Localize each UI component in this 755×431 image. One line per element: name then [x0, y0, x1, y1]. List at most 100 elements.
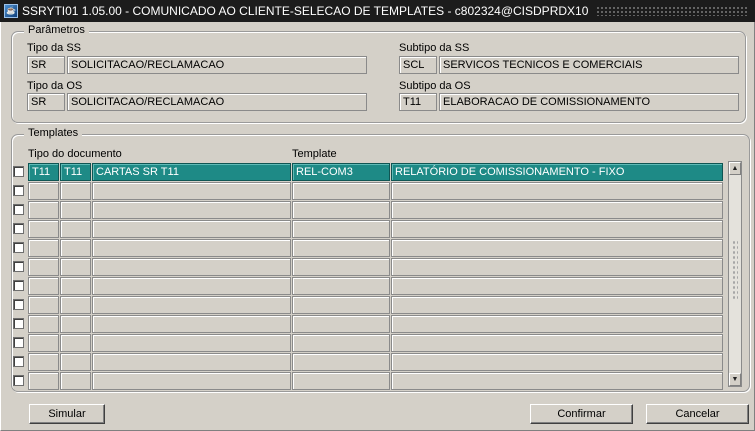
table-row[interactable]: [28, 353, 726, 372]
subtipo-ss-code-field[interactable]: SCL: [399, 56, 437, 74]
table-row[interactable]: [28, 239, 726, 258]
table-row[interactable]: [28, 334, 726, 353]
table-cell-3[interactable]: [92, 277, 291, 295]
row-checkbox[interactable]: [13, 242, 24, 253]
table-cell-1[interactable]: [28, 315, 59, 333]
table-cell-2[interactable]: [60, 220, 91, 238]
tipo-os-code-field[interactable]: SR: [27, 93, 65, 111]
table-row[interactable]: T11 T11 CARTAS SR T11 REL-COM3 RELATÓRIO DE …: [28, 163, 726, 182]
table-row[interactable]: [28, 372, 726, 391]
table-cell-2[interactable]: [60, 239, 91, 257]
table-cell-5[interactable]: [391, 353, 723, 371]
table-cell-3[interactable]: [92, 182, 291, 200]
row-checkbox[interactable]: [13, 318, 24, 329]
row-checkbox[interactable]: [13, 204, 24, 215]
table-cell-3[interactable]: [92, 201, 291, 219]
table-cell-3[interactable]: [92, 334, 291, 352]
table-row[interactable]: [28, 201, 726, 220]
table-cell-1[interactable]: [28, 258, 59, 276]
table-cell-1[interactable]: [28, 372, 59, 390]
table-cell-2[interactable]: T11: [60, 163, 91, 181]
table-cell-4[interactable]: [292, 239, 390, 257]
table-cell-1[interactable]: T11: [28, 163, 59, 181]
subtipo-os-code-field[interactable]: T11: [399, 93, 437, 111]
table-cell-1[interactable]: [28, 296, 59, 314]
table-row[interactable]: [28, 277, 726, 296]
row-checkbox[interactable]: [13, 261, 24, 272]
table-cell-5[interactable]: [391, 315, 723, 333]
table-cell-5[interactable]: [391, 372, 723, 390]
table-cell-5[interactable]: [391, 277, 723, 295]
tipo-ss-code-field[interactable]: SR: [27, 56, 65, 74]
table-cell-2[interactable]: [60, 277, 91, 295]
table-cell-1[interactable]: [28, 239, 59, 257]
table-cell-2[interactable]: [60, 182, 91, 200]
table-cell-1[interactable]: [28, 353, 59, 371]
subtipo-ss-desc-field[interactable]: SERVICOS TECNICOS E COMERCIAIS: [439, 56, 739, 74]
table-cell-5[interactable]: [391, 220, 723, 238]
row-checkbox[interactable]: [13, 375, 24, 386]
table-cell-1[interactable]: [28, 220, 59, 238]
table-cell-3[interactable]: CARTAS SR T11: [92, 163, 291, 181]
table-cell-4[interactable]: [292, 372, 390, 390]
table-row[interactable]: [28, 182, 726, 201]
row-checkbox[interactable]: [13, 280, 24, 291]
table-cell-3[interactable]: [92, 258, 291, 276]
table-cell-5[interactable]: [391, 201, 723, 219]
table-cell-4[interactable]: [292, 296, 390, 314]
table-cell-1[interactable]: [28, 201, 59, 219]
row-checkbox[interactable]: [13, 185, 24, 196]
table-cell-4[interactable]: [292, 182, 390, 200]
simular-button[interactable]: Simular: [29, 404, 105, 424]
table-cell-5[interactable]: [391, 258, 723, 276]
table-cell-5[interactable]: [391, 296, 723, 314]
cancelar-button[interactable]: Cancelar: [646, 404, 749, 424]
table-cell-4[interactable]: [292, 277, 390, 295]
table-row[interactable]: [28, 315, 726, 334]
table-cell-2[interactable]: [60, 334, 91, 352]
row-checkbox[interactable]: [13, 337, 24, 348]
table-cell-4[interactable]: [292, 334, 390, 352]
table-cell-2[interactable]: [60, 296, 91, 314]
row-checkbox[interactable]: [13, 356, 24, 367]
title-bar[interactable]: ☕ SSRYTI01 1.05.00 - COMUNICADO AO CLIEN…: [0, 0, 755, 22]
table-cell-1[interactable]: [28, 182, 59, 200]
table-cell-4[interactable]: REL-COM3: [292, 163, 390, 181]
table-cell-2[interactable]: [60, 372, 91, 390]
table-row[interactable]: [28, 296, 726, 315]
table-cell-4[interactable]: [292, 353, 390, 371]
table-cell-3[interactable]: [92, 372, 291, 390]
table-cell-5[interactable]: [391, 182, 723, 200]
table-cell-3[interactable]: [92, 239, 291, 257]
table-cell-5[interactable]: [391, 239, 723, 257]
table-cell-4[interactable]: [292, 201, 390, 219]
table-cell-5[interactable]: RELATÓRIO DE COMISSIONAMENTO - FIXO: [391, 163, 723, 181]
table-cell-1[interactable]: [28, 277, 59, 295]
app-icon[interactable]: ☕: [4, 4, 18, 18]
table-cell-3[interactable]: [92, 220, 291, 238]
arrow-down-icon[interactable]: ▼: [729, 373, 741, 386]
table-cell-2[interactable]: [60, 201, 91, 219]
table-cell-3[interactable]: [92, 296, 291, 314]
table-cell-3[interactable]: [92, 315, 291, 333]
row-checkbox[interactable]: [13, 166, 24, 177]
tipo-ss-desc-field[interactable]: SOLICITACAO/RECLAMACAO: [67, 56, 367, 74]
confirmar-button[interactable]: Confirmar: [530, 404, 633, 424]
subtipo-os-desc-field[interactable]: ELABORACAO DE COMISSIONAMENTO: [439, 93, 739, 111]
table-cell-4[interactable]: [292, 315, 390, 333]
resize-grip[interactable]: [732, 240, 738, 300]
table-row[interactable]: [28, 220, 726, 239]
row-checkbox[interactable]: [13, 223, 24, 234]
table-cell-1[interactable]: [28, 334, 59, 352]
table-cell-2[interactable]: [60, 353, 91, 371]
table-cell-2[interactable]: [60, 258, 91, 276]
table-row[interactable]: [28, 258, 726, 277]
table-cell-2[interactable]: [60, 315, 91, 333]
table-cell-4[interactable]: [292, 258, 390, 276]
tipo-os-desc-field[interactable]: SOLICITACAO/RECLAMACAO: [67, 93, 367, 111]
table-cell-4[interactable]: [292, 220, 390, 238]
row-checkbox[interactable]: [13, 299, 24, 310]
arrow-up-icon[interactable]: ▲: [729, 162, 741, 175]
table-cell-5[interactable]: [391, 334, 723, 352]
table-cell-3[interactable]: [92, 353, 291, 371]
